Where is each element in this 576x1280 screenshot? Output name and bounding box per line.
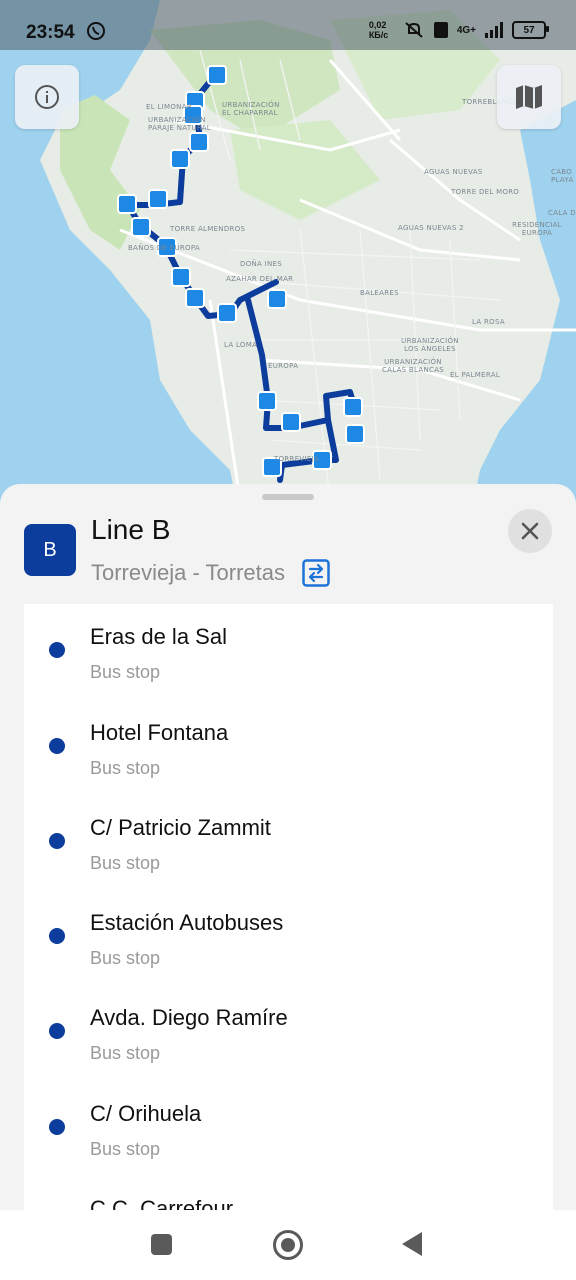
map-label: EL PALMERAL [450, 371, 501, 379]
info-icon [35, 85, 59, 109]
system-navigation-bar [0, 1210, 576, 1280]
line-details-sheet: B Line B Torrevieja - Torretas Eras de l… [0, 484, 576, 1210]
stop-dot-icon [49, 928, 65, 944]
stop-type: Bus stop [90, 758, 161, 778]
map-label: CALA DE [548, 209, 576, 217]
route-map[interactable]: EL LIMONAR URBANIZACIÓN EL CHAPARRAL URB… [0, 0, 576, 520]
close-icon [521, 522, 539, 540]
battery-icon: 57 [512, 21, 549, 39]
stop-item[interactable]: Hotel Fontana Bus stop [24, 700, 553, 795]
map-label: AGUAS NUEVAS [424, 168, 483, 176]
stops-list[interactable]: Eras de la Sal Bus stop Hotel Fontana Bu… [24, 604, 553, 1210]
recents-icon[interactable] [151, 1234, 172, 1255]
stop-item[interactable]: C/ Patricio Zammit Bus stop [24, 795, 553, 890]
stop-name: C.C. Carrefour [90, 1196, 234, 1210]
viber-icon [87, 22, 105, 40]
map-label: TORRE DEL MORO [451, 188, 520, 196]
network-type: 4G+ [456, 24, 476, 36]
map-label: RESIDENCIAL EUROPA [512, 221, 562, 237]
map-canvas [0, 0, 576, 520]
stop-type: Bus stop [90, 1043, 161, 1063]
map-label: TORREVIEJA [274, 455, 319, 463]
stop-dot-icon [49, 1023, 65, 1039]
line-badge: B [24, 524, 76, 576]
battery-level: 57 [523, 24, 535, 36]
stop-name: Estación Autobuses [90, 910, 284, 935]
map-label: LA ROSA [472, 318, 505, 326]
stop-dot-icon [49, 642, 65, 658]
stop-dot-icon [49, 738, 65, 754]
stop-name: Avda. Diego Ramíre [90, 1005, 288, 1030]
line-route: Torrevieja - Torretas [91, 560, 285, 585]
stop-item[interactable]: Avda. Diego Ramíre Bus stop [24, 985, 553, 1080]
map-label: EL LIMONAR [146, 103, 192, 111]
swap-direction-icon[interactable] [302, 559, 330, 587]
map-label: URBANIZACIÓN LOS ÁNGELES [401, 337, 459, 353]
status-time: 23:54 [26, 22, 75, 43]
home-icon[interactable] [273, 1230, 303, 1260]
map-label: LA LOMA [224, 341, 258, 349]
volte-icon [433, 22, 448, 38]
back-icon[interactable] [402, 1232, 422, 1256]
map-icon [516, 85, 542, 109]
signal-icon [485, 22, 503, 38]
stop-dot-icon [49, 1119, 65, 1135]
map-label: EUROPA [268, 362, 299, 370]
stop-type: Bus stop [90, 1139, 161, 1159]
stop-name: Eras de la Sal [90, 624, 227, 649]
map-label: AGUAS NUEVAS 2 [398, 224, 464, 232]
close-button[interactable] [508, 509, 552, 553]
map-label: AZAHAR DEL MAR [226, 275, 294, 283]
stop-name: Hotel Fontana [90, 720, 229, 745]
map-label: DOÑA INES [240, 260, 283, 268]
status-bar: 23:54 0,02 КБ/с 4G+ 57 [0, 0, 576, 50]
stop-name: C/ Patricio Zammit [90, 815, 271, 840]
map-label: CABO PLAYA [551, 168, 574, 184]
stop-item[interactable]: Estación Autobuses Bus stop [24, 890, 553, 985]
stop-type: Bus stop [90, 948, 161, 968]
info-button[interactable] [15, 65, 79, 129]
stop-dot-icon [49, 833, 65, 849]
line-title: Line B [91, 514, 171, 545]
map-label: URBANIZACIÓN CALAS BLANCAS [381, 358, 445, 374]
map-label: URBANIZACIÓN EL CHAPARRAL [222, 101, 280, 117]
status-indicators: 0,02 КБ/с 4G+ 57 [368, 20, 549, 40]
stop-type: Bus stop [90, 853, 161, 873]
mute-icon [405, 22, 423, 38]
map-label: BAÑOS DE EUROPA [128, 244, 201, 252]
map-layers-button[interactable] [497, 65, 561, 129]
stop-item[interactable]: Eras de la Sal Bus stop [24, 604, 553, 699]
stop-type: Bus stop [90, 662, 161, 682]
map-label: TORRE ALMENDROS [170, 225, 246, 233]
stop-item[interactable]: C.C. Carrefour Bus stop [24, 1176, 553, 1210]
stop-item[interactable]: C/ Orihuela Bus stop [24, 1081, 553, 1176]
drag-handle[interactable] [262, 494, 314, 500]
network-speed: 0,02 КБ/с [368, 20, 389, 40]
map-label: URBANIZACIÓN PARAJE NATURAL [148, 116, 211, 132]
stop-name: C/ Orihuela [90, 1101, 202, 1126]
map-label: BALEARES [360, 289, 399, 297]
